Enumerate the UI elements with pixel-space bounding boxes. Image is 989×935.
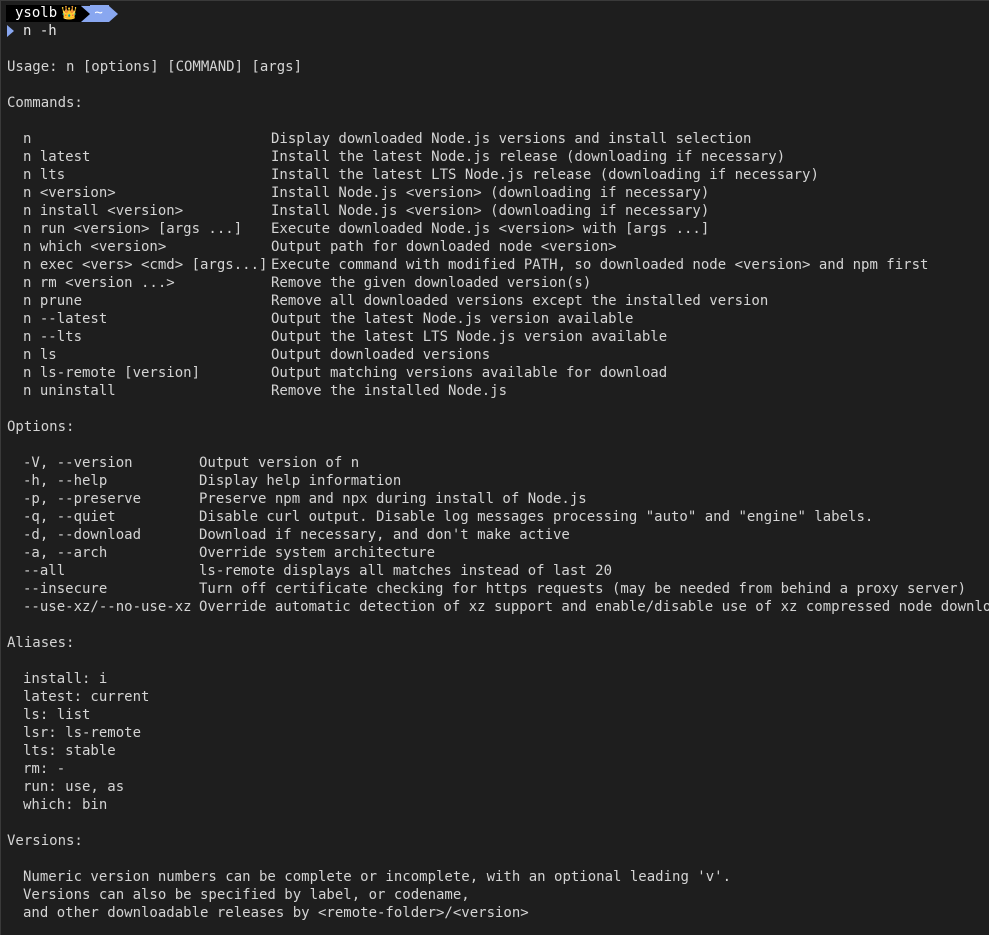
command-row-name: n ls xyxy=(23,347,57,363)
command-row-description: Remove all downloaded versions except th… xyxy=(271,293,769,309)
command-text: n -h xyxy=(23,23,57,39)
option-row-name: -h, --help xyxy=(23,473,108,489)
alias-row: which: bin xyxy=(23,797,108,813)
prompt-user-segment: ysolb 👑 xyxy=(6,5,82,22)
option-row-name: --all xyxy=(23,563,66,579)
command-row-description: Install Node.js <version> (downloading i… xyxy=(271,185,710,201)
command-row-description: Output matching versions available for d… xyxy=(271,365,668,381)
option-row-description: Output version of n xyxy=(199,455,360,471)
prompt-dir-segment: ~ xyxy=(90,5,109,22)
command-row-name: n prune xyxy=(23,293,83,309)
option-row-description: Disable curl output. Disable log message… xyxy=(199,509,874,525)
prompt-bar: ysolb 👑 ~ xyxy=(6,5,118,22)
command-row-name: n xyxy=(23,131,32,147)
command-row-name: n <version> xyxy=(23,185,116,201)
versions-text-line: Versions can also be specified by label,… xyxy=(23,887,470,903)
option-row-name: --use-xz/--no-use-xz xyxy=(23,599,192,615)
segment-separator-icon xyxy=(81,5,91,22)
command-row-description: Output path for downloaded node <version… xyxy=(271,239,617,255)
crown-icon: 👑 xyxy=(61,6,78,21)
command-row-name: n --lts xyxy=(23,329,83,345)
command-row-description: Install the latest LTS Node.js release (… xyxy=(271,167,819,183)
command-row-name: n lts xyxy=(23,167,66,183)
command-row-description: Execute downloaded Node.js <version> wit… xyxy=(271,221,710,237)
versions-text-line: Numeric version numbers can be complete … xyxy=(23,869,732,885)
alias-row: run: use, as xyxy=(23,779,125,795)
command-row-name: n --latest xyxy=(23,311,108,327)
option-row-description: Override system architecture xyxy=(199,545,436,561)
option-row-description: Turn off certificate checking for https … xyxy=(199,581,967,597)
option-row-description: Override automatic detection of xz suppo… xyxy=(199,599,989,615)
alias-row: latest: current xyxy=(23,689,150,705)
prompt-user: ysolb xyxy=(15,5,58,21)
prompt-chevron-icon xyxy=(7,25,14,37)
command-row-description: Install the latest Node.js release (down… xyxy=(271,149,786,165)
command-row-description: Display downloaded Node.js versions and … xyxy=(271,131,752,147)
command-row-description: Output the latest Node.js version availa… xyxy=(271,311,634,327)
aliases-heading: Aliases: xyxy=(7,635,75,651)
option-row-name: -a, --arch xyxy=(23,545,108,561)
alias-row: lsr: ls-remote xyxy=(23,725,142,741)
option-row-name: -d, --download xyxy=(23,527,142,543)
command-row-name: n latest xyxy=(23,149,91,165)
command-row-name: n which <version> xyxy=(23,239,167,255)
option-row-name: --insecure xyxy=(23,581,108,597)
command-row-name: n ls-remote [version] xyxy=(23,365,201,381)
option-row-name: -q, --quiet xyxy=(23,509,116,525)
option-row-description: Preserve npm and npx during install of N… xyxy=(199,491,587,507)
alias-row: install: i xyxy=(23,671,108,687)
command-row-name: n run <version> [args ...] xyxy=(23,221,243,237)
option-row-description: Display help information xyxy=(199,473,402,489)
command-row-description: Execute command with modified PATH, so d… xyxy=(271,257,929,273)
option-row-name: -p, --preserve xyxy=(23,491,142,507)
option-row-description: ls-remote displays all matches instead o… xyxy=(199,563,613,579)
command-row-description: Remove the given downloaded version(s) xyxy=(271,275,592,291)
command-row-name: n install <version> xyxy=(23,203,184,219)
alias-row: rm: - xyxy=(23,761,66,777)
segment-end-icon xyxy=(108,5,118,22)
command-row-description: Remove the installed Node.js xyxy=(271,383,508,399)
command-row-description: Output downloaded versions xyxy=(271,347,491,363)
alias-row: lts: stable xyxy=(23,743,116,759)
option-row-description: Download if necessary, and don't make ac… xyxy=(199,527,570,543)
command-row-name: n uninstall xyxy=(23,383,116,399)
versions-heading: Versions: xyxy=(7,833,83,849)
command-row-description: Output the latest LTS Node.js version av… xyxy=(271,329,668,345)
option-row-name: -V, --version xyxy=(23,455,133,471)
command-row-description: Install Node.js <version> (downloading i… xyxy=(271,203,710,219)
options-heading: Options: xyxy=(7,419,75,435)
usage-line: Usage: n [options] [COMMAND] [args] xyxy=(7,59,303,75)
command-row-name: n exec <vers> <cmd> [args...] xyxy=(23,257,268,273)
commands-heading: Commands: xyxy=(7,95,83,111)
alias-row: ls: list xyxy=(23,707,91,723)
terminal-window[interactable]: ysolb 👑 ~ n -h Usage: n [options] [COMMAN… xyxy=(0,0,989,935)
command-row-name: n rm <version ...> xyxy=(23,275,175,291)
versions-text-line: and other downloadable releases by <remo… xyxy=(23,905,529,921)
command-line: n -h xyxy=(7,22,57,40)
